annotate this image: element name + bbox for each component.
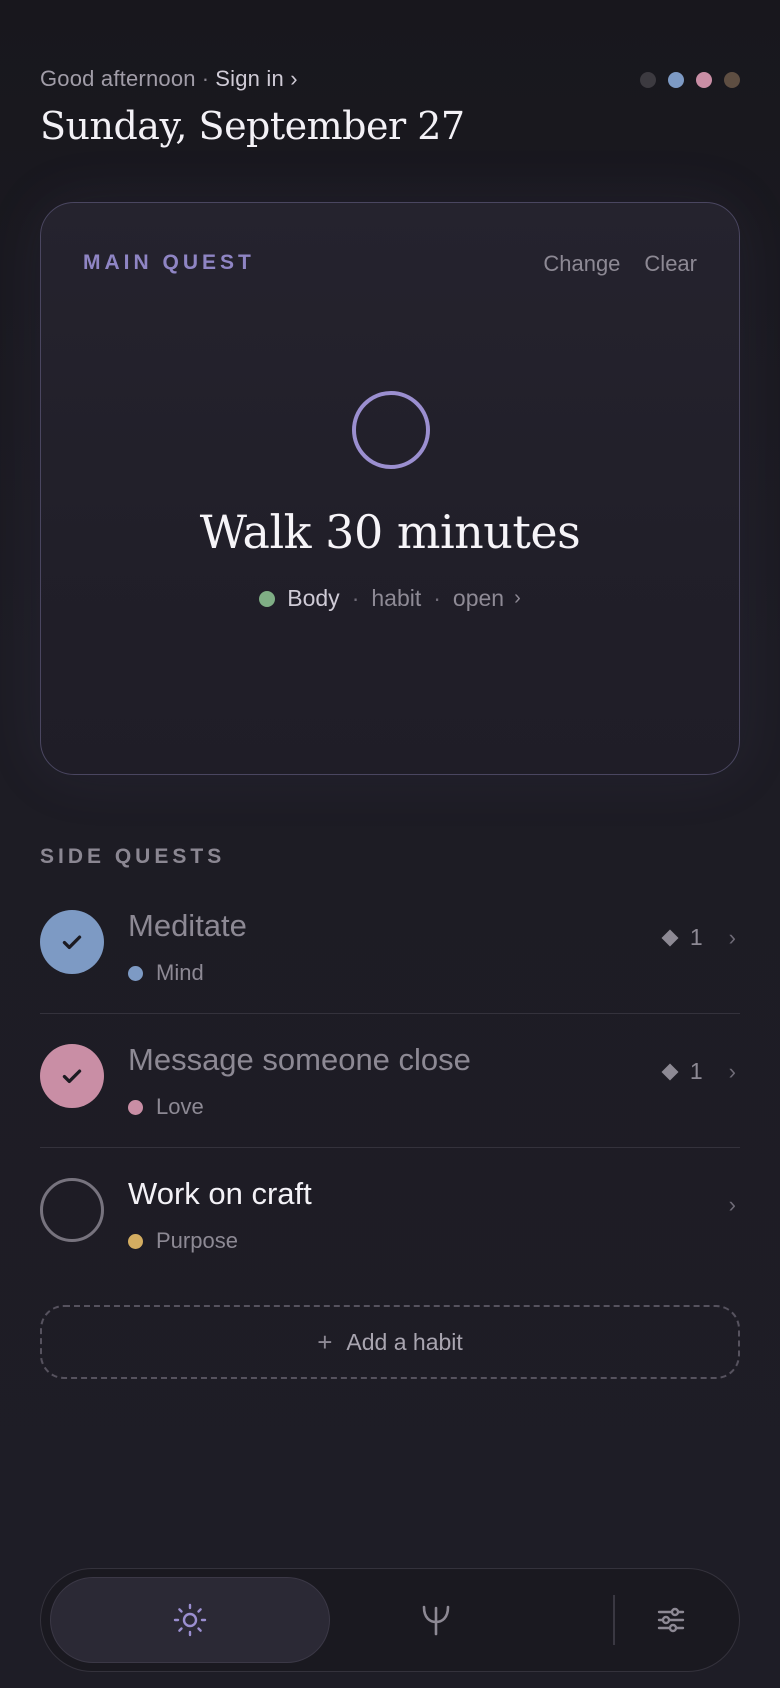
category-dot [259, 590, 276, 607]
nav-divider [613, 1595, 615, 1645]
plus-icon: + [317, 1326, 333, 1357]
nav-paths[interactable] [371, 1577, 501, 1663]
theme-dots [640, 72, 740, 88]
nav-settings[interactable] [621, 1577, 721, 1663]
main-quest-label: MAIN QUEST [83, 251, 255, 274]
main-quest-type: habit [371, 585, 422, 611]
theme-dot-pink[interactable] [696, 72, 712, 88]
theme-dot-blue[interactable] [668, 72, 684, 88]
greeting-text: Good afternoon [40, 66, 196, 91]
side-quest-meta: › [729, 1192, 736, 1218]
sliders-icon [657, 1607, 685, 1633]
clear-button[interactable]: Clear [644, 251, 697, 277]
theme-dot-default[interactable] [640, 72, 656, 88]
side-quest-row-message[interactable]: Message someone close Love 1 › [40, 1014, 740, 1148]
main-quest-title: Walk 30 minutes [199, 505, 581, 559]
meta-separator: · [433, 585, 441, 611]
side-quest-title: Meditate [128, 908, 247, 943]
diamond-icon [661, 1063, 679, 1080]
main-quest-meta[interactable]: Body · habit · open › [41, 585, 739, 612]
bottom-nav [40, 1568, 740, 1672]
meta-separator: · [351, 585, 360, 611]
page-title: Sunday, September 27 [40, 104, 465, 148]
side-quest-meta: 1 › [661, 924, 736, 951]
side-quest-category-label: Purpose [156, 1228, 238, 1253]
chevron-right-icon: › [514, 587, 521, 609]
add-habit-label: Add a habit [346, 1328, 463, 1355]
main-quest-card: MAIN QUEST Change Clear Walk 30 minutes … [40, 202, 740, 775]
page: Good afternoon · Sign in › Sunday, Septemb… [0, 0, 780, 1688]
main-quest-status: open [452, 585, 505, 611]
side-quest-category: Mind [128, 960, 204, 986]
checkmark-icon [62, 935, 82, 950]
side-quests-heading: SIDE QUESTS [40, 845, 226, 868]
side-quest-category-label: Mind [156, 960, 204, 985]
main-quest-complete-toggle[interactable] [352, 391, 430, 469]
streak-count: 1 [689, 924, 703, 950]
greeting-separator: · [201, 66, 210, 91]
greeting-line: Good afternoon · Sign in › [40, 66, 298, 92]
side-quest-row-meditate[interactable]: Meditate Mind 1 › [40, 880, 740, 1014]
side-quest-check[interactable] [40, 1178, 104, 1242]
side-quest-check[interactable] [40, 1044, 104, 1108]
diamond-icon [661, 929, 679, 946]
side-quest-check[interactable] [40, 910, 104, 974]
side-quest-title: Work on craft [128, 1176, 312, 1211]
streak-count: 1 [689, 1058, 703, 1084]
nav-today[interactable] [50, 1577, 330, 1663]
sun-icon [173, 1603, 207, 1637]
side-quest-category: Love [128, 1094, 204, 1120]
theme-dot-brown[interactable] [724, 72, 740, 88]
chevron-right-icon: › [728, 1058, 736, 1084]
branch-icon [422, 1605, 450, 1636]
category-dot [128, 1233, 143, 1249]
change-button[interactable]: Change [543, 251, 620, 277]
chevron-right-icon: › [728, 1192, 736, 1217]
side-quest-title: Message someone close [128, 1042, 471, 1077]
side-quest-meta: 1 › [661, 1058, 736, 1085]
category-dot [128, 965, 143, 981]
add-habit-button[interactable]: + Add a habit [40, 1305, 740, 1379]
side-quest-category: Purpose [128, 1228, 238, 1254]
chevron-right-icon: › [728, 924, 736, 950]
category-dot [128, 1099, 143, 1115]
sign-in-link[interactable]: Sign in › [215, 66, 298, 91]
side-quest-category-label: Love [156, 1094, 204, 1119]
checkmark-icon [62, 1069, 82, 1084]
main-quest-actions: Change Clear [543, 251, 697, 277]
main-quest-category: Body [287, 585, 340, 611]
side-quest-row-craft[interactable]: Work on craft Purpose › [40, 1148, 740, 1282]
